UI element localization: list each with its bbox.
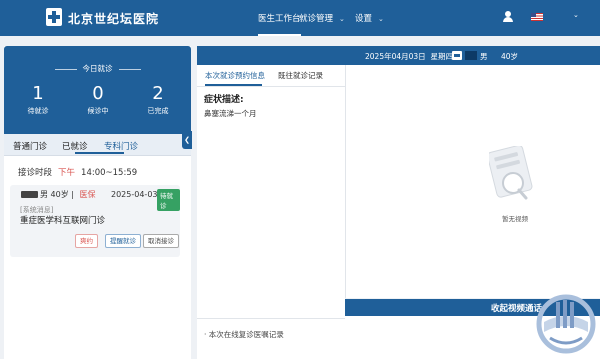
- collapse-panel-button[interactable]: ❮: [182, 131, 192, 149]
- appointment-card[interactable]: 男 40岁 | 医保 2025-04-03 待就诊 [系统消息] 重症医学科互联…: [10, 185, 180, 257]
- remind-visit-button[interactable]: 提醒就诊: [105, 234, 141, 248]
- top-navbar: 北京世纪坛医院 医生工作台 就诊管理 ⌄ 设置 ⌄ ⌄: [0, 0, 600, 36]
- active-tab-indicator: [75, 152, 124, 154]
- tab-current-visit-info[interactable]: 本次就诊预约信息: [205, 70, 265, 81]
- stat-waiting: 1 待就诊: [27, 83, 49, 116]
- us-flag-icon[interactable]: [531, 13, 543, 21]
- today-stats-card: 今日就诊 1 待就诊 0 候诊中 2 已完成: [4, 46, 191, 134]
- nav-doctor-workbench[interactable]: 医生工作台: [258, 12, 301, 36]
- chevron-down-icon: ⌄: [339, 15, 345, 23]
- chevron-down-icon: ⌄: [378, 15, 384, 23]
- hospital-emblem-icon: [536, 294, 596, 354]
- patient-name-redacted: [465, 51, 477, 60]
- cancel-visit-button[interactable]: 取消接诊: [143, 234, 179, 248]
- schedule-period: 接诊时段 下午 14:00~15:59: [18, 168, 138, 178]
- patient-name-redacted: [21, 191, 38, 198]
- tab-general-clinic[interactable]: 普通门诊: [13, 140, 47, 152]
- hospital-logo-icon: [46, 8, 62, 26]
- online-revisit-record-title: · 本次在线复诊医嘱记录: [204, 330, 284, 339]
- stats-title: 今日就诊: [4, 63, 191, 74]
- symptom-title: 症状描述:: [204, 95, 244, 105]
- nav-visit-management[interactable]: 就诊管理 ⌄: [299, 12, 345, 24]
- divider: [197, 318, 345, 319]
- user-icon[interactable]: [503, 11, 513, 23]
- divider: [197, 86, 345, 87]
- stat-completed: 2 已完成: [147, 83, 169, 116]
- tab-past-records[interactable]: 既往就诊记录: [278, 70, 323, 81]
- tab-visited[interactable]: 已就诊: [62, 140, 88, 152]
- nav-settings[interactable]: 设置 ⌄: [355, 12, 384, 24]
- symptom-text: 鼻塞流涕一个月: [204, 109, 257, 118]
- status-badge: 待就诊: [157, 189, 180, 211]
- no-show-button[interactable]: 爽约: [75, 234, 98, 248]
- patient-info: 男 40岁 | 医保: [40, 190, 96, 199]
- no-video-icon: [489, 146, 533, 200]
- hospital-name: 北京世纪坛医院: [68, 12, 160, 26]
- video-panel: [345, 65, 600, 298]
- clinic-name: 重症医学科互联网门诊: [20, 216, 106, 226]
- id-card-icon: [452, 51, 462, 60]
- appointment-date: 2025-04-03: [111, 190, 158, 199]
- chevron-down-icon[interactable]: ⌄: [573, 11, 579, 19]
- patient-bar: 2025年04月03日 星期四 男 40岁: [197, 46, 600, 65]
- stat-in-queue: 0 候诊中: [87, 83, 109, 116]
- tab-specialist-clinic[interactable]: 专科门诊: [104, 140, 138, 152]
- empty-video-text: 暂无视频: [502, 215, 528, 223]
